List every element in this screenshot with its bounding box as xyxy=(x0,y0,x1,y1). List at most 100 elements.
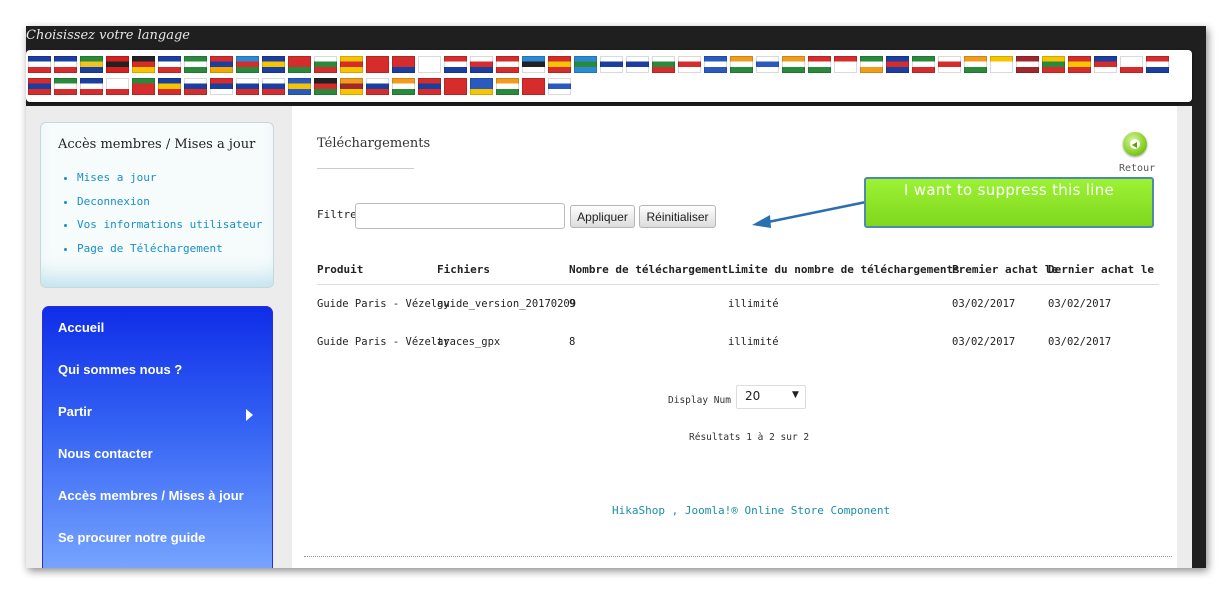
flag-fr-2-icon[interactable] xyxy=(54,56,77,73)
menu-item-se-procurer-guide[interactable]: Se procurer notre guide xyxy=(58,530,205,545)
link-deconnexion[interactable]: Deconnexion xyxy=(77,195,150,208)
flag-lk-icon[interactable] xyxy=(340,78,363,95)
flag-wales-icon[interactable] xyxy=(652,56,675,73)
flag-row-1 xyxy=(28,56,1169,74)
flag-gb-icon[interactable] xyxy=(158,56,181,73)
cell-premier-achat: 03/02/2017 xyxy=(952,298,1016,310)
flag-rs-icon[interactable] xyxy=(210,78,233,95)
flag-in-5-icon[interactable] xyxy=(496,78,519,95)
flag-fi-icon[interactable] xyxy=(600,56,623,73)
flag-mk-icon[interactable] xyxy=(1068,56,1091,73)
flag-is-icon[interactable] xyxy=(886,56,909,73)
flag-az-icon[interactable] xyxy=(236,56,259,73)
display-num-select[interactable]: 20 ▼ xyxy=(736,385,806,409)
flag-in-4-icon[interactable] xyxy=(392,78,415,95)
flag-es-icon[interactable] xyxy=(548,56,571,73)
flag-id-icon[interactable] xyxy=(834,56,857,73)
flag-lt-icon[interactable] xyxy=(1042,56,1065,73)
flag-ke-icon[interactable] xyxy=(314,78,337,95)
flag-it-icon[interactable] xyxy=(912,56,935,73)
display-num-label: Display Num xyxy=(668,395,731,406)
flag-no-icon[interactable] xyxy=(28,78,51,95)
flag-in-3-icon[interactable] xyxy=(964,56,987,73)
menu-item-qui-sommes-nous[interactable]: Qui sommes nous ? xyxy=(58,362,182,377)
flag-pl-icon[interactable] xyxy=(106,78,129,95)
cell-fichier-link[interactable]: guide_version_20170209 xyxy=(437,298,576,310)
hikashop-footer-link[interactable]: HikaShop , Joomla!® Online Store Compone… xyxy=(612,504,890,517)
flag-my-icon[interactable] xyxy=(1094,56,1117,73)
flag-dk-icon[interactable] xyxy=(496,56,519,73)
flag-vn-icon[interactable] xyxy=(522,78,545,95)
menu-item-acces-membres[interactable]: Accès membres / Mises à jour xyxy=(58,488,244,503)
reset-button[interactable]: Réinitialiser xyxy=(639,205,716,228)
flag-ph-icon[interactable] xyxy=(80,78,103,95)
cell-produit: Guide Paris - Vézelay xyxy=(317,336,450,348)
annotation-text: I want to suppress this line xyxy=(903,181,1115,199)
flag-tw-icon[interactable] xyxy=(392,56,415,73)
flag-cz-icon[interactable] xyxy=(470,56,493,73)
flag-za-icon[interactable] xyxy=(80,56,103,73)
cell-premier-achat: 03/02/2017 xyxy=(952,336,1016,348)
cell-fichier-link[interactable]: traces_gpx xyxy=(437,336,500,348)
flag-gr-icon[interactable] xyxy=(704,56,727,73)
annotation-callout: I want to suppress this line xyxy=(864,177,1154,228)
flag-th-icon[interactable] xyxy=(418,78,441,95)
flag-ir-icon[interactable] xyxy=(54,78,77,95)
flag-sa-icon[interactable] xyxy=(184,56,207,73)
flag-am-icon[interactable] xyxy=(210,56,233,73)
menu-item-nous-contacter[interactable]: Nous contacter xyxy=(58,446,153,461)
flag-ba-icon[interactable] xyxy=(262,56,285,73)
flag-sk-icon[interactable] xyxy=(236,78,259,95)
flag-ca-icon[interactable] xyxy=(340,56,363,73)
col-header-produit: Produit xyxy=(317,263,364,276)
flag-il-icon[interactable] xyxy=(756,56,779,73)
flag-by-icon[interactable] xyxy=(288,56,311,73)
submenu-arrow-icon xyxy=(246,409,253,421)
language-flag-bar xyxy=(26,50,1192,102)
flag-in-icon[interactable] xyxy=(730,56,753,73)
flag-cn-icon[interactable] xyxy=(366,56,389,73)
flag-ge-icon[interactable] xyxy=(678,56,701,73)
flag-hu-icon[interactable] xyxy=(808,56,831,73)
menu-item-partir[interactable]: Partir xyxy=(58,404,92,419)
page-title: Téléchargements xyxy=(317,136,431,151)
flag-nl-icon[interactable] xyxy=(1146,56,1169,73)
flag-hr-icon[interactable] xyxy=(444,56,467,73)
cell-produit: Guide Paris - Vézelay xyxy=(317,298,450,310)
flag-in-2-icon[interactable] xyxy=(782,56,805,73)
flag-al-icon[interactable] xyxy=(106,56,129,73)
flag-va-icon[interactable] xyxy=(990,56,1013,73)
back-icon[interactable] xyxy=(1123,132,1147,156)
chevron-down-icon: ▼ xyxy=(792,390,799,400)
annotation-arrow xyxy=(752,200,867,228)
menu-item-accueil[interactable]: Accueil xyxy=(58,320,104,335)
flag-lv-icon[interactable] xyxy=(1016,56,1039,73)
flag-pt-icon[interactable] xyxy=(132,78,155,95)
flag-tr-icon[interactable] xyxy=(444,78,467,95)
flag-fr-icon[interactable] xyxy=(28,56,51,73)
flag-ua-icon[interactable] xyxy=(470,78,493,95)
link-download-page[interactable]: Page de Téléchargement xyxy=(77,242,223,255)
flag-mt-icon[interactable] xyxy=(1120,56,1143,73)
flag-si-icon[interactable] xyxy=(262,78,285,95)
link-mises-a-jour[interactable]: Mises a jour xyxy=(77,171,156,184)
flag-se-icon[interactable] xyxy=(288,78,311,95)
flag-kr-icon[interactable] xyxy=(418,56,441,73)
flag-cz-2-icon[interactable] xyxy=(366,78,389,95)
back-label[interactable]: Retour xyxy=(1119,163,1155,174)
link-user-info[interactable]: Vos informations utilisateur xyxy=(77,218,262,231)
flag-ru-icon[interactable] xyxy=(184,78,207,95)
flag-ie-icon[interactable] xyxy=(860,56,883,73)
filter-input[interactable] xyxy=(355,203,565,229)
flag-jp-icon[interactable] xyxy=(938,56,961,73)
flag-pin-icon[interactable] xyxy=(626,56,649,73)
flag-de-icon[interactable] xyxy=(132,56,155,73)
flag-il-2-icon[interactable] xyxy=(548,78,571,95)
apply-button[interactable]: Appliquer xyxy=(570,205,635,228)
flag-ee-icon[interactable] xyxy=(522,56,545,73)
results-count: Résultats 1 à 2 sur 2 xyxy=(689,432,810,443)
flag-bg-icon[interactable] xyxy=(314,56,337,73)
main-menu: Accueil Qui sommes nous ? Partir Nous co… xyxy=(42,306,273,568)
flag-world-icon[interactable] xyxy=(574,56,597,73)
flag-ro-icon[interactable] xyxy=(158,78,181,95)
